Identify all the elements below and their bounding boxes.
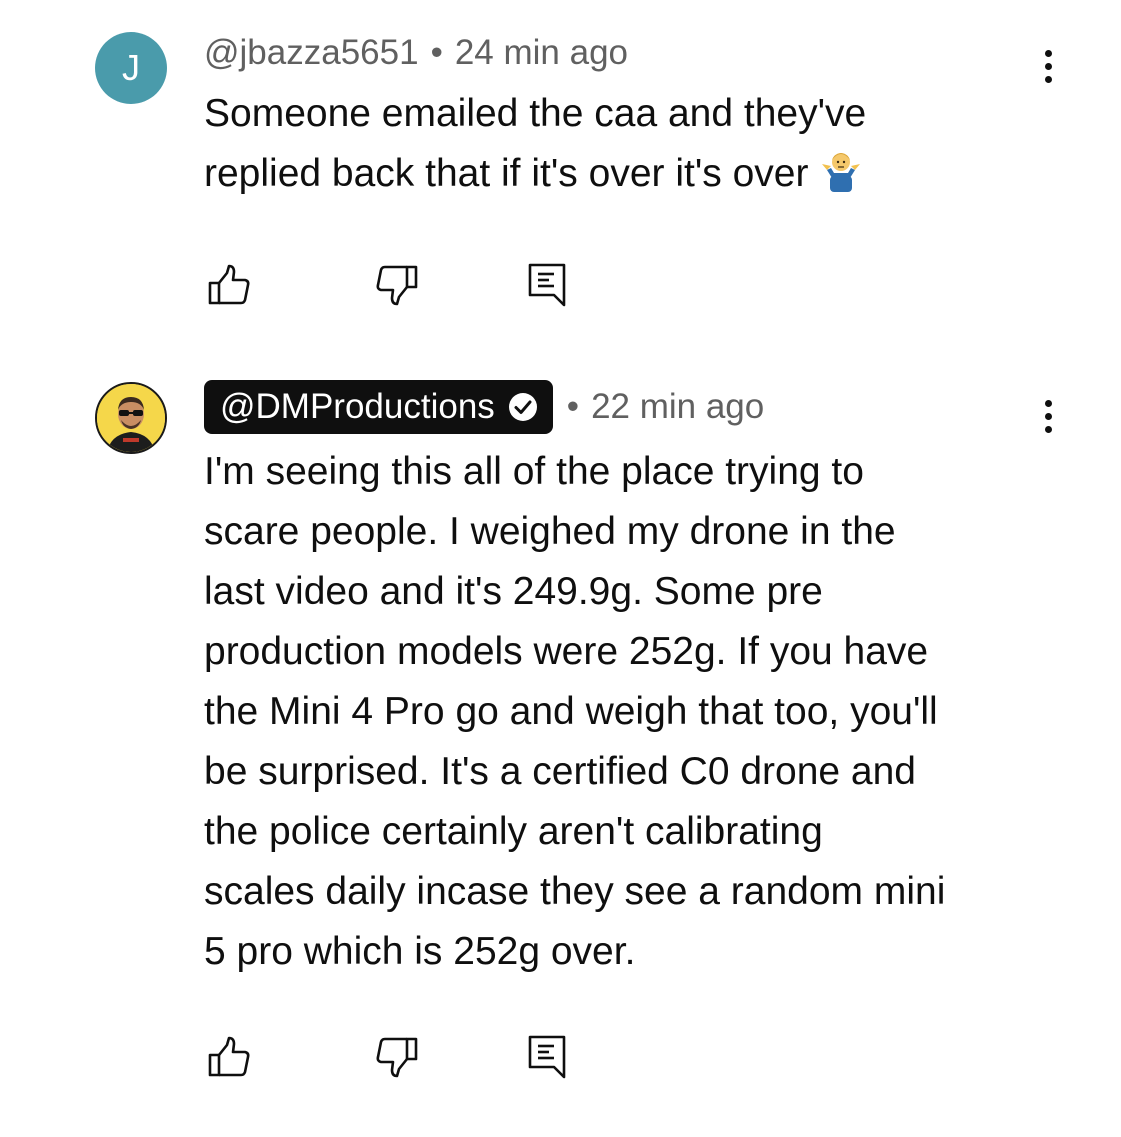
- reply-comment-icon: [525, 1033, 569, 1086]
- thumbs-up-icon: [207, 1035, 251, 1084]
- comment-text-content: Someone emailed the caa and they've repl…: [204, 92, 867, 195]
- meta-separator: •: [566, 387, 580, 426]
- comment-body: @jbazza5651 • 24 min ago Someone emailed…: [204, 28, 1064, 322]
- dislike-button[interactable]: [372, 1034, 422, 1084]
- author-handle: @DMProductions: [220, 387, 495, 426]
- more-vertical-icon[interactable]: [1024, 36, 1072, 96]
- person-shrugging-icon: [818, 148, 864, 210]
- comment-text: I'm seeing this all of the place trying …: [204, 450, 946, 973]
- thumbs-up-icon: [207, 263, 251, 312]
- reply-comment-icon: [525, 261, 569, 314]
- timestamp[interactable]: 24 min ago: [455, 33, 628, 73]
- reply-button[interactable]: [522, 1034, 572, 1084]
- dislike-button[interactable]: [372, 262, 422, 312]
- comments-list: J @jbazza5651 • 24 min ago Someone email…: [0, 0, 1121, 1137]
- avatar[interactable]: J: [95, 32, 167, 104]
- reply-button[interactable]: [522, 262, 572, 312]
- comment-meta: @jbazza5651 • 24 min ago: [204, 28, 1064, 78]
- author-handle[interactable]: @jbazza5651: [204, 33, 419, 73]
- avatar[interactable]: [95, 382, 167, 454]
- comment-meta: @DMProductions • 22 min ago: [204, 378, 1064, 436]
- avatar-photo: [97, 384, 165, 452]
- comment-body: @DMProductions • 22 min ago I'm seeing t…: [204, 378, 1064, 1094]
- more-vertical-icon[interactable]: [1024, 386, 1072, 446]
- creator-handle-badge[interactable]: @DMProductions: [204, 380, 553, 434]
- comment-actions: [204, 1034, 1064, 1094]
- meta-separator: •: [430, 33, 443, 72]
- timestamp[interactable]: 22 min ago: [591, 387, 764, 427]
- comment-actions: [204, 262, 1064, 322]
- thumbs-down-icon: [375, 263, 419, 312]
- comment-text: Someone emailed the caa and they've repl…: [204, 84, 1064, 210]
- like-button[interactable]: [204, 1034, 254, 1084]
- avatar-letter: J: [122, 47, 140, 88]
- like-button[interactable]: [204, 262, 254, 312]
- verified-check-icon: [507, 391, 539, 423]
- thumbs-down-icon: [375, 1035, 419, 1084]
